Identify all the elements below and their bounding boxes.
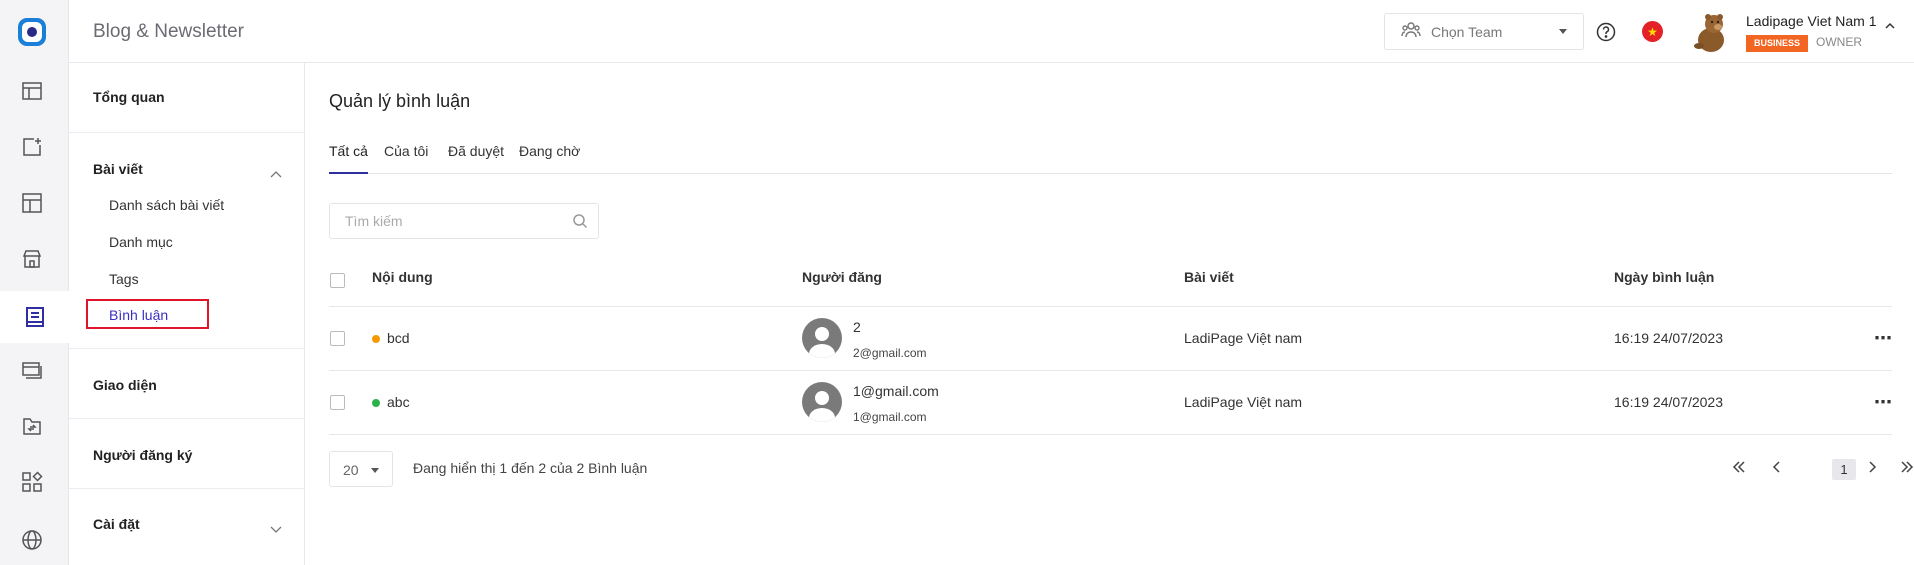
sidebar-item-tags[interactable]: Tags: [109, 271, 139, 287]
poster-email: 2@gmail.com: [853, 346, 927, 360]
tab-approved[interactable]: Đã duyệt: [448, 143, 504, 174]
poster-avatar: [802, 318, 842, 358]
poster-avatar: [802, 382, 842, 422]
template-icon[interactable]: [19, 190, 45, 216]
search-box: [329, 203, 599, 239]
select-all-checkbox[interactable]: [330, 273, 345, 288]
sidebar-item-categories[interactable]: Danh mục: [109, 234, 173, 250]
more-actions-icon[interactable]: ⋯: [1874, 328, 1893, 349]
poster-email: 1@gmail.com: [853, 410, 927, 424]
poster-name: 1@gmail.com: [853, 383, 939, 399]
status-dot: [372, 335, 380, 343]
table-row[interactable]: bcd 2 2@gmail.com LadiPage Việt nam 16:1…: [329, 307, 1892, 371]
row-checkbox[interactable]: [330, 395, 345, 410]
user-avatar[interactable]: [1687, 10, 1731, 54]
sidebar-item-settings[interactable]: Cài đặt: [93, 516, 140, 532]
chevron-up-icon[interactable]: [270, 165, 282, 181]
sidebar-section-settings: Cài đặt: [69, 489, 305, 565]
funnel-icon[interactable]: [19, 413, 45, 439]
current-page[interactable]: 1: [1832, 459, 1856, 480]
blog-icon[interactable]: [0, 291, 69, 343]
sidebar-item-subscribers[interactable]: Người đăng ký: [93, 447, 192, 463]
next-page-icon[interactable]: [1865, 460, 1879, 477]
popup-icon[interactable]: [19, 357, 45, 383]
sidebar-section-subscribers: Người đăng ký: [69, 419, 305, 489]
globe-icon[interactable]: [19, 527, 45, 553]
user-name[interactable]: Ladipage Viet Nam 1: [1746, 13, 1877, 29]
landing-page-icon[interactable]: [19, 78, 45, 104]
poster-name: 2: [853, 319, 861, 335]
comment-content[interactable]: abc: [387, 394, 410, 410]
blog-sidebar: Tổng quan Bài viết Danh sách bài viết Da…: [69, 63, 305, 565]
team-selector[interactable]: Chọn Team: [1384, 13, 1584, 50]
new-page-icon[interactable]: [19, 134, 45, 160]
last-page-icon[interactable]: [1900, 460, 1914, 477]
column-header-poster[interactable]: Người đăng: [802, 269, 882, 285]
table-header: Nội dung Người đăng Bài viết Ngày bình l…: [329, 253, 1892, 307]
sidebar-section-overview: Tổng quan: [69, 63, 305, 133]
help-icon[interactable]: [1596, 22, 1616, 45]
table-row[interactable]: abc 1@gmail.com 1@gmail.com LadiPage Việ…: [329, 371, 1892, 435]
search-icon[interactable]: [572, 213, 588, 232]
icon-rail: [0, 0, 69, 565]
showing-text: Đang hiển thị 1 đến 2 của 2 Bình luận: [413, 460, 648, 476]
sidebar-item-overview[interactable]: Tổng quan: [93, 89, 165, 105]
caret-down-icon: [1559, 29, 1567, 34]
tab-mine[interactable]: Của tôi: [384, 143, 428, 174]
tab-pending[interactable]: Đang chờ: [519, 143, 580, 174]
prev-page-icon[interactable]: [1770, 460, 1784, 477]
first-page-icon[interactable]: [1732, 460, 1746, 477]
per-page-select[interactable]: 20: [329, 451, 393, 487]
apps-icon[interactable]: [19, 469, 45, 495]
sidebar-section-theme: Giao diện: [69, 349, 305, 419]
main-content: Quản lý bình luận Tất cả Của tôi Đã duyệ…: [305, 63, 1914, 565]
comment-date: 16:19 24/07/2023: [1614, 394, 1723, 410]
vietnam-flag-icon[interactable]: ★: [1642, 21, 1663, 42]
row-checkbox[interactable]: [330, 331, 345, 346]
app-title: Blog & Newsletter: [93, 21, 245, 42]
tab-all[interactable]: Tất cả: [329, 143, 368, 174]
team-label: Chọn Team: [1431, 23, 1503, 40]
comment-tabs: Tất cả Của tôi Đã duyệt Đang chờ: [329, 143, 1892, 174]
caret-down-icon: [371, 468, 379, 473]
more-actions-icon[interactable]: ⋯: [1874, 392, 1893, 413]
highlight-box: [86, 299, 209, 329]
sidebar-item-posts[interactable]: Bài viết: [93, 161, 143, 177]
comment-date: 16:19 24/07/2023: [1614, 330, 1723, 346]
column-header-post[interactable]: Bài viết: [1184, 269, 1234, 285]
page-title: Quản lý bình luận: [329, 91, 471, 111]
sidebar-item-post-list[interactable]: Danh sách bài viết: [109, 197, 224, 213]
post-title[interactable]: LadiPage Việt nam: [1184, 330, 1302, 346]
pagination-bar: 20 Đang hiển thị 1 đến 2 của 2 Bình luận…: [329, 451, 1914, 487]
user-role: OWNER: [1816, 35, 1862, 49]
store-icon[interactable]: [19, 246, 45, 272]
top-bar: Blog & Newsletter Chọn Team ★ Ladipage V…: [69, 0, 1914, 63]
column-header-date[interactable]: Ngày bình luận: [1614, 269, 1714, 285]
per-page-value: 20: [343, 462, 359, 478]
team-icon: [1401, 21, 1421, 42]
search-input[interactable]: [345, 204, 565, 238]
chevron-up-icon[interactable]: [1885, 17, 1895, 33]
ladipage-logo-icon[interactable]: [16, 16, 48, 48]
status-dot: [372, 399, 380, 407]
plan-badge: BUSINESS: [1746, 35, 1809, 52]
comment-content[interactable]: bcd: [387, 330, 410, 346]
sidebar-item-theme[interactable]: Giao diện: [93, 377, 157, 393]
column-header-content[interactable]: Nội dung: [372, 269, 433, 285]
chevron-down-icon[interactable]: [270, 521, 282, 537]
post-title[interactable]: LadiPage Việt nam: [1184, 394, 1302, 410]
